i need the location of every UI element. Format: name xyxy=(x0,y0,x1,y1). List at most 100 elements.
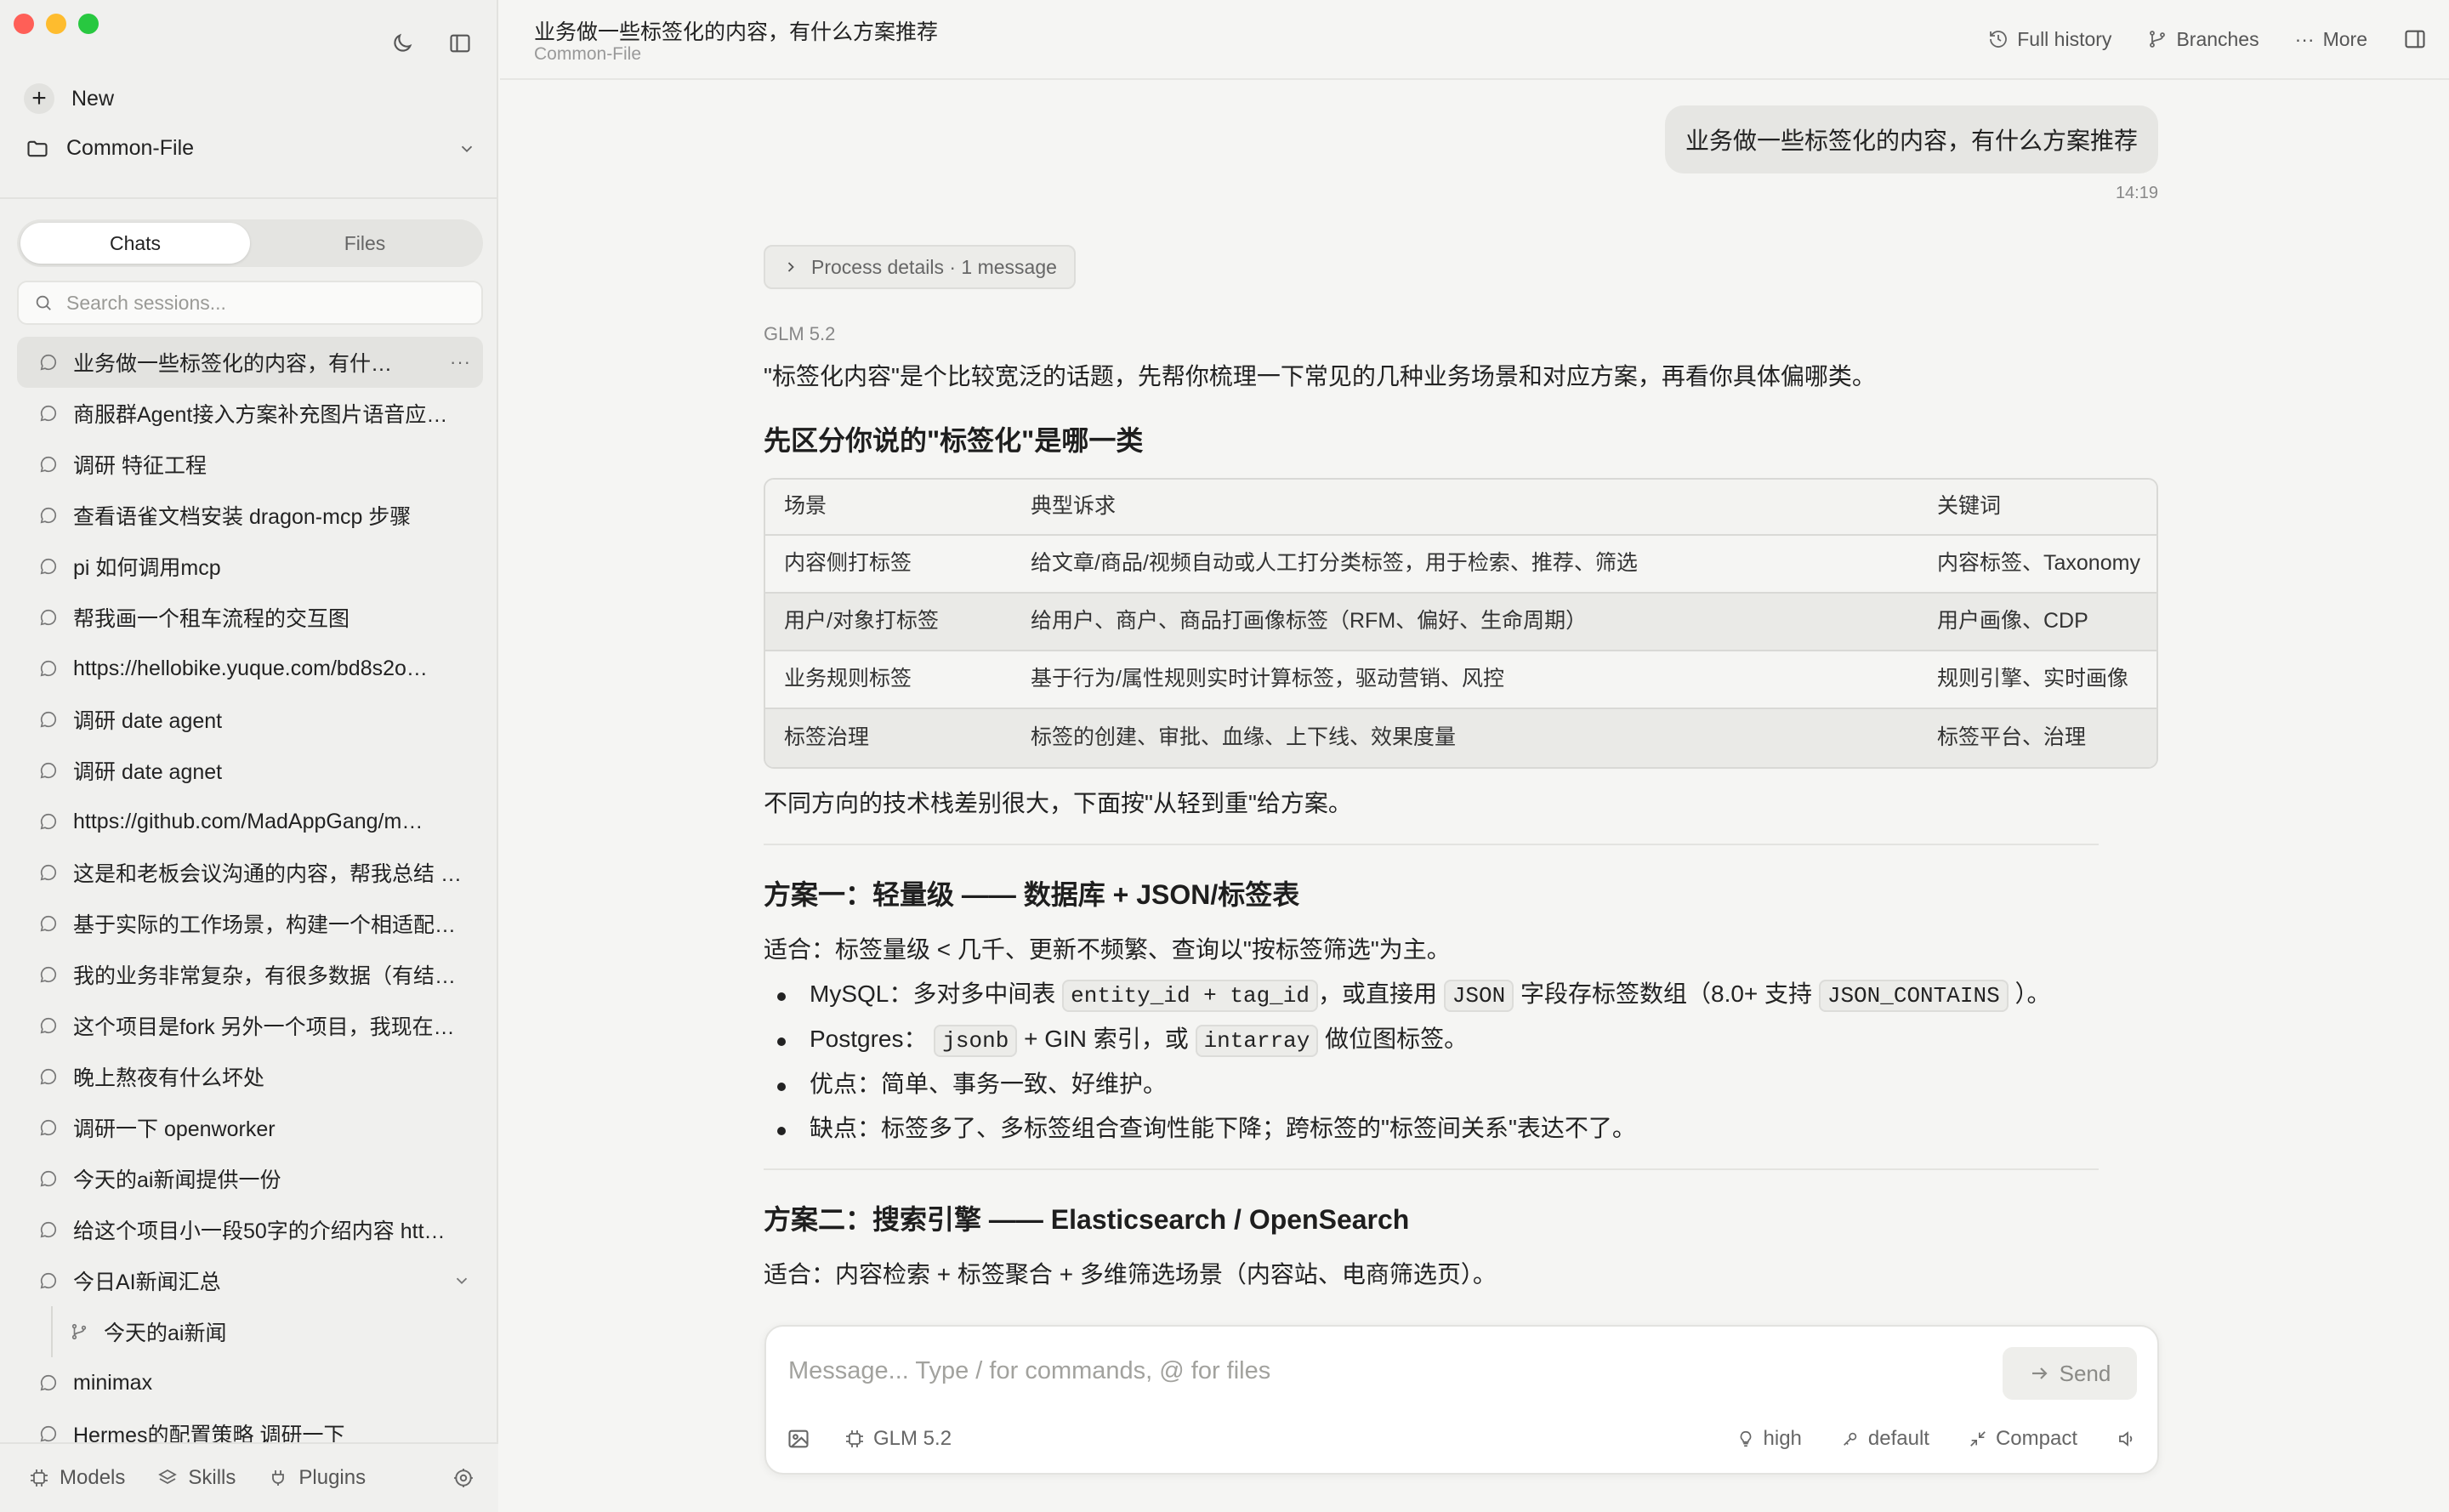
session-title: 这个项目是fork 另外一个项目，我现在… xyxy=(73,1015,455,1039)
mode-selector[interactable]: default xyxy=(1841,1427,1929,1451)
session-item[interactable]: 晚上熬夜有什么坏处 xyxy=(17,1051,483,1102)
toggle-sidebar-button[interactable] xyxy=(446,29,474,58)
session-item[interactable]: 今天的ai新闻提供一份 xyxy=(17,1153,483,1204)
session-item[interactable]: 调研 date agent xyxy=(17,694,483,745)
skills-button[interactable]: Skills xyxy=(157,1466,236,1490)
chat-bubble-icon xyxy=(39,353,61,372)
inline-code: JSON_CONTAINS xyxy=(1818,980,2009,1012)
assistant-message: "标签化内容"是个比较宽泛的话题，先帮你梳理一下常见的几种业务场景和对应方案，再… xyxy=(764,359,2158,1301)
effort-selector[interactable]: high xyxy=(1736,1427,1802,1451)
main-panel: 业务做一些标签化的内容，有什么方案推荐 Common-File Full his… xyxy=(500,0,2449,1512)
tab-files[interactable]: Files xyxy=(250,223,480,264)
plan2-fit: 适合：内容检索 + 标签聚合 + 多维筛选场景（内容站、电商筛选页）。 xyxy=(764,1261,1497,1287)
table-cell: 标签的创建、审批、血缘、上下线、效果度量 xyxy=(1012,709,1918,767)
text-span: ，或直接用 xyxy=(1318,981,1438,1007)
panel-right-icon xyxy=(2405,30,2425,48)
table-cell: 基于行为/属性规则实时计算标签，驱动营销、风控 xyxy=(1012,651,1918,709)
plugins-button[interactable]: Plugins xyxy=(268,1466,366,1490)
branch-guide-line xyxy=(51,1306,53,1357)
session-item[interactable]: 调研一下 openworker xyxy=(17,1102,483,1153)
session-title: 今日AI新闻汇总 xyxy=(73,1270,221,1294)
user-message-bubble: 业务做一些标签化的内容，有什么方案推荐 xyxy=(1664,105,2158,173)
session-item[interactable]: 调研 特征工程 xyxy=(17,439,483,490)
session-item[interactable]: https://github.com/MadAppGang/m… xyxy=(17,796,483,847)
chat-bubble-icon xyxy=(39,1067,61,1086)
history-icon xyxy=(1990,31,2008,48)
folder-icon xyxy=(27,140,48,156)
sidebar-icon xyxy=(450,34,470,53)
settings-button[interactable] xyxy=(452,1467,474,1489)
text-span: 字段存标签数组（8.0+ 支持 xyxy=(1520,981,1813,1007)
list-item: 缺点：标签多了、多标签组合查询性能下降；跨标签的"标签间关系"表达不了。 xyxy=(764,1111,2158,1146)
new-chat-button[interactable]: + New xyxy=(24,83,114,114)
project-name: Common-File xyxy=(66,136,195,160)
full-history-label: Full history xyxy=(2017,27,2112,50)
text-span: 做位图标签。 xyxy=(1325,1026,1469,1052)
plugins-label: Plugins xyxy=(298,1466,366,1489)
app-window: + New Common-File Chats Files 业务做一些标签化的内… xyxy=(0,0,2449,1512)
session-item[interactable]: https://hellobike.yuque.com/bd8s2o… xyxy=(17,643,483,694)
table-row: 标签治理 标签的创建、审批、血缘、上下线、效果度量 标签平台、治理 xyxy=(765,709,2156,767)
send-button[interactable]: Send xyxy=(2003,1347,2137,1400)
sidebar-divider xyxy=(0,197,497,199)
session-item-branch[interactable]: 今天的ai新闻 xyxy=(17,1306,483,1357)
table-cell: 标签平台、治理 xyxy=(1918,709,2156,767)
session-item[interactable]: 今日AI新闻汇总 xyxy=(17,1255,483,1306)
table-header: 典型诉求 xyxy=(1012,480,1918,536)
compact-button[interactable]: Compact xyxy=(1969,1427,2077,1451)
session-item[interactable]: 这是和老板会议沟通的内容，帮我总结 … xyxy=(17,847,483,898)
session-item[interactable]: 这个项目是fork 另外一个项目，我现在… xyxy=(17,1000,483,1051)
sidebar-tabs: Chats Files xyxy=(17,219,483,267)
zoom-window-button[interactable] xyxy=(78,14,99,34)
minimize-window-button[interactable] xyxy=(46,14,66,34)
image-icon xyxy=(788,1430,809,1448)
project-selector[interactable]: Common-File xyxy=(26,136,476,161)
branch-icon xyxy=(2150,31,2166,48)
theme-toggle-button[interactable] xyxy=(388,29,417,58)
session-item[interactable]: 帮我画一个租车流程的交互图 xyxy=(17,592,483,643)
model-selector[interactable]: GLM 5.2 xyxy=(844,1427,952,1451)
cpu-icon xyxy=(31,1469,48,1486)
session-item[interactable]: 商服群Agent接入方案补充图片语音应… xyxy=(17,388,483,439)
session-item[interactable]: minimax xyxy=(17,1357,483,1408)
attach-image-button[interactable] xyxy=(787,1427,810,1451)
toggle-panel-button[interactable] xyxy=(2403,27,2427,51)
chat-bubble-icon xyxy=(39,812,61,831)
plan1-heading: 方案一：轻量级 —— 数据库 + JSON/标签表 xyxy=(764,879,1300,910)
transition-paragraph: 不同方向的技术栈差别很大，下面按"从轻到重"给方案。 xyxy=(764,790,1352,816)
session-item[interactable]: pi 如何调用mcp xyxy=(17,541,483,592)
session-item[interactable]: 调研 date agnet xyxy=(17,745,483,796)
table-row: 内容侧打标签 给文章/商品/视频自动或人工打分类标签，用于检索、推荐、筛选 内容… xyxy=(765,536,2156,594)
session-item[interactable]: 业务做一些标签化的内容，有什… ··· xyxy=(17,337,483,388)
session-item[interactable]: 查看语雀文档安装 dragon-mcp 步骤 xyxy=(17,490,483,541)
session-item[interactable]: 给这个项目小一段50字的介绍内容 htt… xyxy=(17,1204,483,1255)
chevron-down-icon[interactable] xyxy=(452,1271,471,1290)
close-window-button[interactable] xyxy=(14,14,34,34)
message-input[interactable] xyxy=(788,1357,1911,1385)
models-button[interactable]: Models xyxy=(29,1466,125,1490)
full-history-button[interactable]: Full history xyxy=(1988,28,2111,51)
search-input[interactable] xyxy=(66,291,457,315)
table-header: 场景 xyxy=(765,480,1012,536)
voice-button[interactable] xyxy=(2117,1429,2137,1449)
session-item[interactable]: 基于实际的工作场景，构建一个相适配… xyxy=(17,898,483,949)
more-icon[interactable]: ··· xyxy=(450,351,471,373)
table-header-row: 场景 典型诉求 关键词 xyxy=(765,480,2156,536)
effort-label: high xyxy=(1763,1427,1802,1450)
chat-bubble-icon xyxy=(39,914,61,933)
chat-bubble-icon xyxy=(39,1220,61,1239)
more-button[interactable]: ··· More xyxy=(2295,28,2367,51)
tab-chats[interactable]: Chats xyxy=(20,223,250,264)
branches-button[interactable]: Branches xyxy=(2147,28,2259,51)
plus-icon: + xyxy=(24,83,54,114)
process-details-toggle[interactable]: Process details · 1 message xyxy=(764,245,1076,289)
session-title: https://hellobike.yuque.com/bd8s2o… xyxy=(73,656,428,680)
text-span: MySQL：多对多中间表 xyxy=(810,981,1056,1007)
session-item[interactable]: 我的业务非常复杂，有很多数据（有结… xyxy=(17,949,483,1000)
new-chat-label: New xyxy=(71,86,115,111)
compact-label: Compact xyxy=(1995,1427,2077,1450)
chat-bubble-icon xyxy=(39,1271,61,1290)
process-details-label: Process details · 1 message xyxy=(811,255,1057,278)
lightbulb-icon xyxy=(1740,1430,1751,1447)
inline-code: jsonb xyxy=(934,1025,1018,1057)
